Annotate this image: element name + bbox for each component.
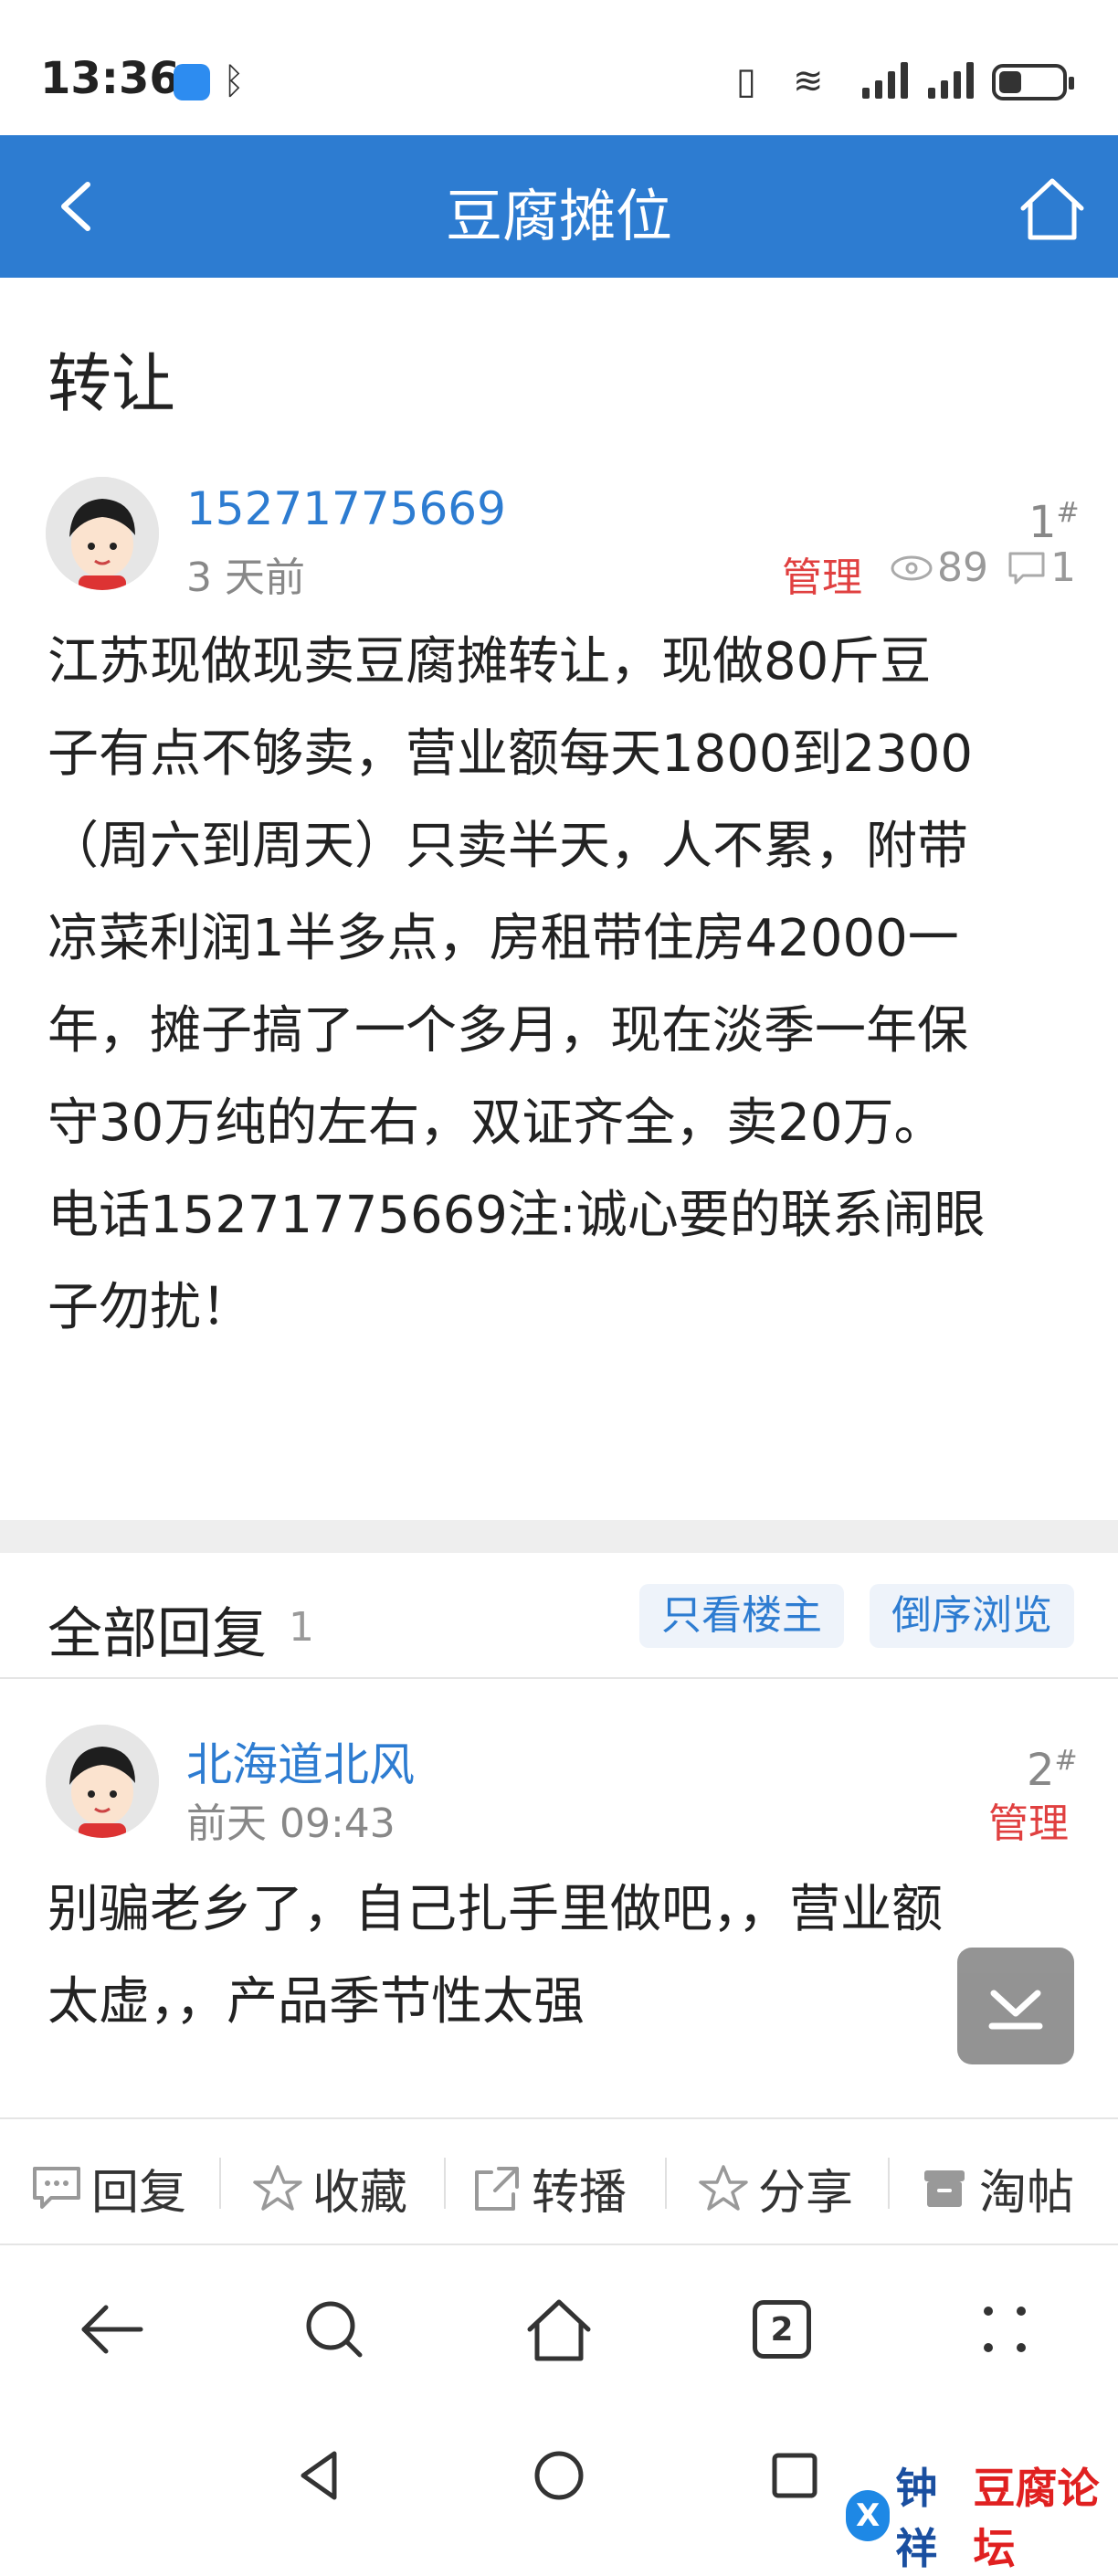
tabs-count: 2 xyxy=(753,2300,811,2359)
wifi-icon: ≋ xyxy=(793,60,824,102)
page-title: 豆腐摊位 xyxy=(445,183,672,249)
scroll-to-bottom-button[interactable] xyxy=(957,1948,1074,2064)
post-content-line: 守30万纯的左右，双证齐全，卖20万。 xyxy=(47,1093,945,1153)
star-icon xyxy=(699,2164,748,2211)
separator xyxy=(444,2158,446,2209)
system-home-button[interactable] xyxy=(522,2439,596,2512)
reply-action[interactable]: 回复 xyxy=(31,2154,186,2222)
star-icon xyxy=(253,2164,302,2211)
post-content-line: 子勿扰！ xyxy=(47,1278,252,1337)
divider xyxy=(0,1677,1118,1679)
post-content-line: 子有点不够卖，营业额每天1800到2300 xyxy=(47,724,974,784)
forum-watermark: X 钟祥 豆腐论坛 xyxy=(846,2455,1118,2576)
reply-content: 别骗老乡了，自己扎手里做吧，，营业额 太虚，，产品季节性太强 xyxy=(47,1863,1071,2048)
views-stat: 89 xyxy=(890,544,988,591)
post-content-line: （周六到周天）只卖半天，人不累，附带 xyxy=(47,817,968,876)
separator xyxy=(888,2158,890,2209)
home-icon xyxy=(527,2299,591,2361)
system-recents-button[interactable] xyxy=(758,2439,831,2512)
browser-home-button[interactable] xyxy=(522,2293,596,2366)
system-back-button[interactable] xyxy=(285,2439,358,2512)
signal-strength-icon-2 xyxy=(928,58,979,99)
section-divider xyxy=(0,1520,1118,1553)
reply-author-name[interactable]: 北海道北风 xyxy=(186,1728,415,1794)
separator xyxy=(219,2158,221,2209)
post-author-name[interactable]: 15271775669 xyxy=(186,482,506,535)
home-button[interactable] xyxy=(1018,174,1087,243)
share-action[interactable]: 分享 xyxy=(698,2154,853,2222)
vibrate-icon: ▯ xyxy=(736,60,757,102)
avatar-image xyxy=(46,477,159,590)
comment-icon xyxy=(33,2166,80,2209)
avatar[interactable] xyxy=(46,1725,159,1838)
arrow-left-icon xyxy=(81,2305,143,2354)
favorite-action[interactable]: 收藏 xyxy=(252,2154,407,2222)
only-author-button[interactable]: 只看楼主 xyxy=(639,1584,844,1648)
reply-content-line: 太虚，，产品季节性太强 xyxy=(47,1972,585,2032)
post-content-line: 江苏现做现卖豆腐摊转让，现做80斤豆 xyxy=(47,632,932,692)
admin-link[interactable]: 管理 xyxy=(988,1790,1069,1849)
floor-number: 1# xyxy=(1028,497,1080,548)
reply-time: 前天 09:43 xyxy=(186,1800,396,1847)
circle-home-icon xyxy=(534,2451,584,2500)
comments-count: 1 xyxy=(1050,544,1076,591)
bluetooth-icon: ᛒ xyxy=(223,60,245,102)
views-count: 89 xyxy=(937,544,988,591)
post-content-line: 电话15271775669注:诚心要的联系闹眼 xyxy=(47,1186,986,1245)
tao-action[interactable]: 淘帖 xyxy=(919,2154,1074,2222)
comments-stat: 1 xyxy=(1007,544,1076,591)
floor-number: 2# xyxy=(1027,1745,1078,1796)
post-time: 3 天前 xyxy=(186,554,305,601)
separator xyxy=(665,2158,667,2209)
square-recents-icon xyxy=(772,2453,817,2498)
comment-icon xyxy=(1008,552,1045,584)
post-title: 转让 xyxy=(47,346,175,421)
browser-tabs-button[interactable]: 2 xyxy=(745,2293,818,2366)
dots-menu-icon xyxy=(984,2307,1026,2352)
home-icon xyxy=(1020,178,1084,240)
signal-strength-icon xyxy=(862,58,913,99)
status-time: 13:36 xyxy=(40,53,180,104)
archive-box-icon xyxy=(924,2170,965,2207)
browser-menu-button[interactable] xyxy=(968,2293,1041,2366)
replies-count: 1 xyxy=(289,1604,314,1651)
watermark-logo-icon: X xyxy=(846,2490,891,2541)
post-content: 江苏现做现卖豆腐摊转让，现做80斤豆 子有点不够卖，营业额每天1800到2300… xyxy=(47,616,1071,1354)
forward-action[interactable]: 转播 xyxy=(471,2154,627,2222)
browser-back-button[interactable] xyxy=(75,2293,148,2366)
avatar-image xyxy=(46,1725,159,1838)
admin-link[interactable]: 管理 xyxy=(782,544,862,603)
reply-content-line: 别骗老乡了，自己扎手里做吧，，营业额 xyxy=(47,1880,943,1939)
external-link-icon xyxy=(475,2166,519,2211)
avatar[interactable] xyxy=(46,477,159,590)
replies-title: 全部回复 xyxy=(47,1602,267,1666)
post-content-line: 年，摊子搞了一个多月，现在淡季一年保 xyxy=(47,1001,968,1061)
browser-search-button[interactable] xyxy=(298,2293,371,2366)
post-content-line: 凉菜利润1半多点，房租带住房42000一 xyxy=(47,909,959,968)
eye-icon xyxy=(891,555,933,580)
message-notification-icon xyxy=(174,64,210,100)
triangle-back-icon xyxy=(301,2451,337,2500)
arrow-down-to-line-icon xyxy=(988,1990,1043,2030)
search-icon xyxy=(306,2301,363,2358)
reverse-order-button[interactable]: 倒序浏览 xyxy=(870,1584,1074,1648)
battery-icon xyxy=(992,64,1074,100)
